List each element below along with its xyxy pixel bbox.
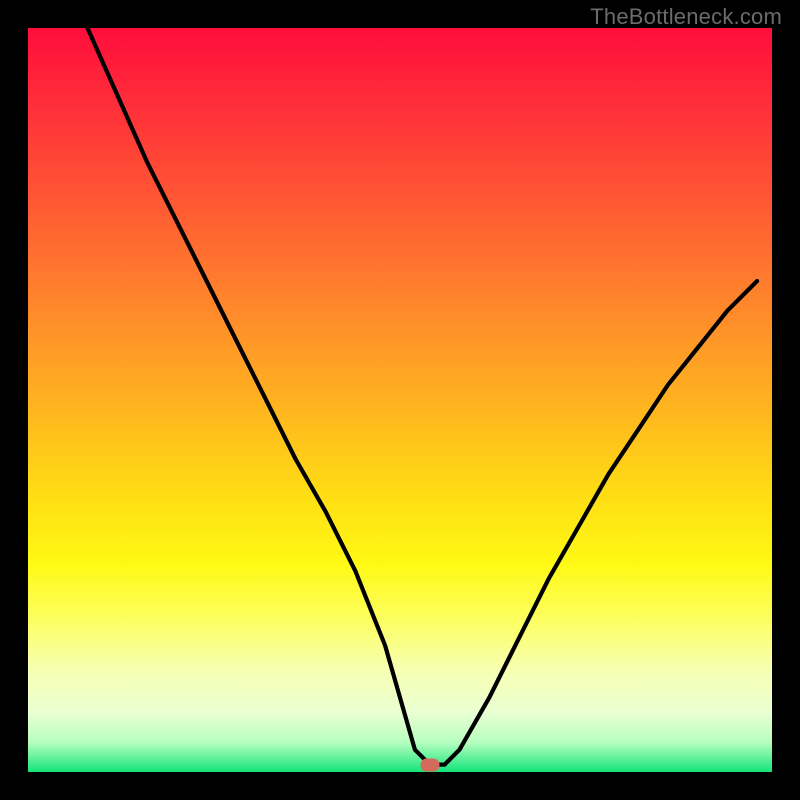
watermark-text: TheBottleneck.com	[590, 4, 782, 30]
bottleneck-curve	[28, 28, 772, 772]
plot-area	[28, 28, 772, 772]
curve-path	[88, 28, 758, 765]
chart-frame: TheBottleneck.com	[0, 0, 800, 800]
optimal-point-marker	[420, 758, 439, 771]
